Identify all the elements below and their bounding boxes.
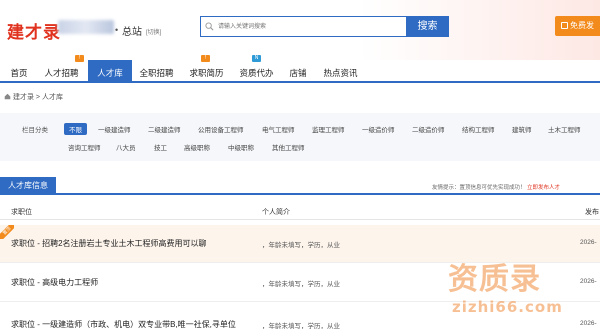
filter-chip[interactable]: 中级职称 [228, 142, 254, 152]
table-header: 求职位 个人简介 发布 [0, 200, 600, 220]
watermark-domain: zizhi66.com [452, 298, 563, 316]
section-title: 人才库信息 [0, 177, 56, 195]
pinned-label: 置顶 [0, 225, 14, 239]
nav-item-news[interactable]: 热点资讯 [317, 60, 364, 83]
filter-chip[interactable]: 八大员 [116, 142, 136, 152]
row-meta: ，年龄未填写，学历，从业 [262, 323, 340, 329]
site-header: 建才录 • 总站 [切换] 搜索 免费发 [0, 0, 600, 60]
nav-item-talent-pool[interactable]: 人才库 [88, 60, 132, 83]
row-date: 2026- [580, 239, 597, 246]
row-meta: ，年龄未填写，学历，从业 [262, 242, 340, 249]
filter-chip[interactable]: 一级造价师 [362, 124, 395, 134]
filter-chip[interactable]: 高级职称 [184, 142, 210, 152]
nav-label: 首页 [10, 68, 28, 78]
col-position: 求职位 [11, 209, 32, 216]
free-post-label: 免费发 [570, 21, 594, 30]
filter-label: 栏目分类 [22, 127, 48, 134]
search-button[interactable]: 搜索 [406, 16, 449, 37]
filter-chip[interactable]: 建筑师 [512, 124, 532, 134]
search-icon [205, 22, 214, 31]
filter-chip[interactable]: 结构工程师 [462, 124, 495, 134]
post-talent-link[interactable]: 立即发布人才 [527, 185, 560, 191]
filter-chip-all[interactable]: 不限 [64, 123, 87, 135]
nav-item-fulltime-jobs[interactable]: 全职招聘 [133, 60, 180, 83]
watermark: 资质录 zizhi66.com [448, 254, 598, 324]
filter-chip[interactable]: 其他工程师 [272, 142, 305, 152]
col-intro: 个人简介 [262, 209, 290, 216]
breadcrumb-separator: > [35, 94, 40, 101]
row-title[interactable]: 求职位 - 高级电力工程师 [11, 277, 98, 288]
hot-badge-icon: ! [75, 55, 84, 62]
col-published: 发布 [585, 209, 599, 216]
site-separator: • [115, 25, 119, 35]
site-logo[interactable]: 建才录 [7, 18, 61, 43]
breadcrumb-current: 人才库 [41, 94, 63, 101]
nav-item-home[interactable]: 首页 [4, 60, 34, 83]
edit-icon [561, 22, 568, 29]
current-site-name: 总站 [122, 27, 142, 38]
filter-chip[interactable]: 土木工程师 [548, 124, 581, 134]
watermark-brand: 资质录 [448, 263, 541, 296]
nav-item-resumes[interactable]: 求职简历! [183, 55, 230, 83]
filter-chip[interactable]: 二级建造师 [148, 124, 181, 134]
blurred-site-name [58, 20, 114, 34]
site-switch-link[interactable]: [切换] [146, 27, 161, 36]
filter-chip[interactable]: 咨询工程师 [68, 142, 101, 152]
filter-chip[interactable]: 技工 [154, 142, 167, 152]
breadcrumb: 建才录 > 人才库 [4, 92, 63, 104]
search-bar: 搜索 [200, 16, 449, 37]
nav-label: 求职简历 [189, 68, 224, 78]
filter-chip[interactable]: 一级建造师 [98, 124, 131, 134]
breadcrumb-home[interactable]: 建才录 [13, 94, 34, 101]
home-icon [4, 93, 11, 100]
filter-chip[interactable]: 监理工程师 [312, 124, 345, 134]
nav-label: 人才招聘 [44, 68, 79, 78]
free-post-button[interactable]: 免费发 [555, 16, 600, 36]
nav-label: 全职招聘 [139, 68, 174, 78]
filter-chip[interactable]: 电气工程师 [262, 124, 295, 134]
nav-item-shops[interactable]: 店铺 [283, 60, 313, 83]
talent-section-header: 人才库信息 友情提示：置顶信息可优先实现成功！ 立即发布人才 [0, 177, 600, 195]
filter-chip[interactable]: 二级造价师 [412, 124, 445, 134]
main-nav: 首页 人才招聘! 人才库 全职招聘 求职简历! 资质代办 N 店铺 热点资讯 [0, 55, 600, 83]
nav-label: 店铺 [289, 68, 307, 78]
row-title[interactable]: 求职位 - 招聘2名注册岩土专业土木工程师高费用可以聊 [11, 238, 207, 249]
tip-text: 友情提示：置顶信息可优先实现成功！ [432, 185, 526, 191]
search-input[interactable] [218, 20, 398, 34]
nav-label: 人才库 [97, 68, 123, 78]
row-title[interactable]: 求职位 - 一级建造师（市政、机电）双专业带B,唯一社保,寻单位 [11, 319, 236, 329]
row-meta: ，年龄未填写，学历，从业 [262, 281, 340, 288]
nav-item-talent-recruit[interactable]: 人才招聘! [38, 55, 85, 83]
nav-label: 资质代办 [239, 68, 274, 78]
section-tip: 友情提示：置顶信息可优先实现成功！ 立即发布人才 [432, 183, 560, 191]
pinned-ribbon: 置顶 [0, 225, 14, 239]
filter-chip[interactable]: 公用设备工程师 [198, 124, 244, 134]
hot-badge-icon: ! [201, 55, 210, 62]
nav-item-qualification-agency[interactable]: 资质代办 N [233, 55, 280, 83]
category-filter: 栏目分类 不限 一级建造师 二级建造师 公用设备工程师 电气工程师 监理工程师 … [0, 113, 600, 161]
nav-label: 热点资讯 [323, 68, 358, 78]
new-badge-icon: N [252, 55, 261, 62]
